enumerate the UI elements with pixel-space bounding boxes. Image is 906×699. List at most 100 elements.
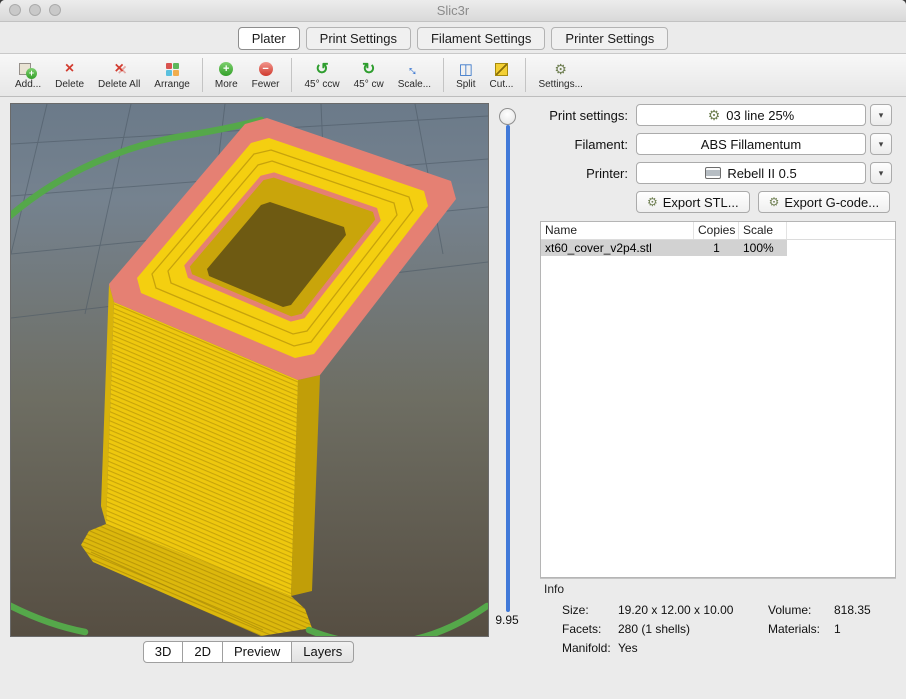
tab-printer-settings[interactable]: Printer Settings: [551, 27, 668, 50]
export-row: ⚙ Export STL... ⚙ Export G-code...: [636, 191, 896, 213]
export-stl-label: Export STL...: [663, 195, 739, 210]
toolbar-separator: [291, 58, 292, 92]
skirt-line: [309, 606, 487, 636]
settings-button[interactable]: ⚙ Settings...: [531, 61, 589, 90]
cut-icon: [495, 63, 508, 76]
cut-label: Cut...: [490, 79, 514, 90]
table-row[interactable]: xt60_cover_v2p4.stl 1 100%: [541, 240, 895, 256]
scale-button[interactable]: ↔ Scale...: [391, 61, 438, 90]
fewer-label: Fewer: [252, 79, 280, 90]
filament-label: Filament:: [540, 137, 628, 152]
print-settings-label: Print settings:: [540, 108, 628, 123]
delete-icon: ×: [65, 61, 74, 78]
view-2d-button[interactable]: 2D: [182, 641, 223, 663]
object-table: Name Copies Scale xt60_cover_v2p4.stl 1 …: [540, 221, 896, 578]
export-gcode-label: Export G-code...: [784, 195, 879, 210]
delete-all-icon: ×: [115, 61, 124, 78]
column-header-copies: Copies: [694, 222, 739, 239]
materials-label: Materials:: [768, 622, 834, 636]
rotate-cw-label: 45° cw: [354, 79, 384, 90]
add-button[interactable]: + Add...: [8, 61, 48, 90]
scale-icon: ↔: [403, 58, 425, 80]
column-header-name: Name: [541, 222, 694, 239]
arrange-button[interactable]: Arrange: [147, 61, 197, 90]
viewport-3d[interactable]: [10, 103, 489, 637]
toolbar-separator: [443, 58, 444, 92]
add-label: Add...: [15, 79, 41, 90]
view-button-group: 3D 2D Preview Layers: [10, 641, 487, 663]
filament-value: ABS Fillamentum: [701, 137, 801, 152]
chevron-down-icon: ▾: [879, 168, 884, 179]
printer-value: Rebell II 0.5: [727, 166, 796, 181]
rotate-cw-button[interactable]: ↻ 45° cw: [347, 61, 391, 90]
gear-icon: ⚙: [769, 195, 780, 209]
printer-dropdown-button[interactable]: ▾: [870, 162, 892, 184]
export-gcode-button[interactable]: ⚙ Export G-code...: [758, 191, 890, 213]
cell-name: xt60_cover_v2p4.stl: [541, 240, 694, 256]
more-button[interactable]: + More: [208, 61, 245, 90]
tab-print-settings[interactable]: Print Settings: [306, 27, 411, 50]
printer-row: Printer: Rebell II 0.5 ▾: [540, 162, 896, 184]
settings-icon: ⚙: [554, 61, 567, 78]
filament-row: Filament: ABS Fillamentum ▾: [540, 133, 896, 155]
tab-filament-settings[interactable]: Filament Settings: [417, 27, 545, 50]
size-label: Size:: [562, 603, 618, 617]
volume-label: Volume:: [768, 603, 834, 617]
info-title: Info: [544, 582, 896, 596]
view-preview-button[interactable]: Preview: [222, 641, 292, 663]
more-icon: +: [219, 62, 233, 76]
right-panel: Print settings: ⚙ 03 line 25% ▾ Filament…: [540, 104, 896, 655]
cell-copies: 1: [694, 240, 739, 256]
rotate-cw-icon: ↻: [362, 61, 375, 78]
manifold-value: Yes: [618, 641, 768, 655]
printer-icon: [705, 167, 721, 179]
manifold-label: Manifold:: [562, 641, 618, 655]
info-panel: Info Size: 19.20 x 12.00 x 10.00 Volume:…: [540, 578, 896, 655]
layer-slider-value: 9.95: [488, 613, 526, 627]
tab-plater[interactable]: Plater: [238, 27, 300, 50]
rotate-ccw-label: 45° ccw: [304, 79, 339, 90]
delete-all-button[interactable]: × Delete All: [91, 61, 147, 90]
arrange-label: Arrange: [154, 79, 190, 90]
view-layers-button[interactable]: Layers: [291, 641, 354, 663]
layer-slider-handle[interactable]: [499, 108, 516, 125]
view-3d-button[interactable]: 3D: [143, 641, 184, 663]
split-button[interactable]: ◫ Split: [449, 61, 482, 90]
size-value: 19.20 x 12.00 x 10.00: [618, 603, 768, 617]
fewer-button[interactable]: − Fewer: [245, 61, 287, 90]
toolbar-separator: [202, 58, 203, 92]
split-label: Split: [456, 79, 475, 90]
chevron-down-icon: ▾: [879, 110, 884, 121]
facets-value: 280 (1 shells): [618, 622, 768, 636]
add-icon: +: [19, 61, 37, 78]
arrange-icon: [166, 63, 179, 76]
tab-bar: Plater Print Settings Filament Settings …: [0, 27, 906, 50]
rotate-ccw-button[interactable]: ↺ 45° ccw: [297, 61, 346, 90]
filament-dropdown-button[interactable]: ▾: [870, 133, 892, 155]
split-icon: ◫: [459, 61, 473, 78]
rotate-ccw-icon: ↺: [315, 61, 328, 78]
volume-value: 818.35: [834, 603, 896, 617]
scale-label: Scale...: [398, 79, 431, 90]
gear-icon: ⚙: [647, 195, 658, 209]
delete-button[interactable]: × Delete: [48, 61, 91, 90]
toolbar: + Add... × Delete × Delete All Arrange +…: [0, 53, 906, 97]
skirt-line: [11, 602, 85, 632]
model-object: [81, 118, 456, 636]
export-stl-button[interactable]: ⚙ Export STL...: [636, 191, 750, 213]
column-header-scale: Scale: [739, 222, 787, 239]
info-grid: Size: 19.20 x 12.00 x 10.00 Volume: 818.…: [544, 603, 896, 655]
chevron-down-icon: ▾: [879, 139, 884, 150]
slic3r-window: Slic3r Plater Print Settings Filament Se…: [0, 0, 906, 699]
object-table-header: Name Copies Scale: [541, 222, 895, 240]
layer-slider-track[interactable]: [506, 125, 510, 612]
print-settings-combo[interactable]: ⚙ 03 line 25%: [636, 104, 866, 126]
cut-button[interactable]: Cut...: [483, 61, 521, 90]
titlebar: Slic3r: [0, 0, 906, 22]
facets-label: Facets:: [562, 622, 618, 636]
window-title: Slic3r: [0, 3, 906, 18]
printer-combo[interactable]: Rebell II 0.5: [636, 162, 866, 184]
filament-combo[interactable]: ABS Fillamentum: [636, 133, 866, 155]
print-settings-dropdown-button[interactable]: ▾: [870, 104, 892, 126]
model-canvas: [11, 104, 488, 636]
